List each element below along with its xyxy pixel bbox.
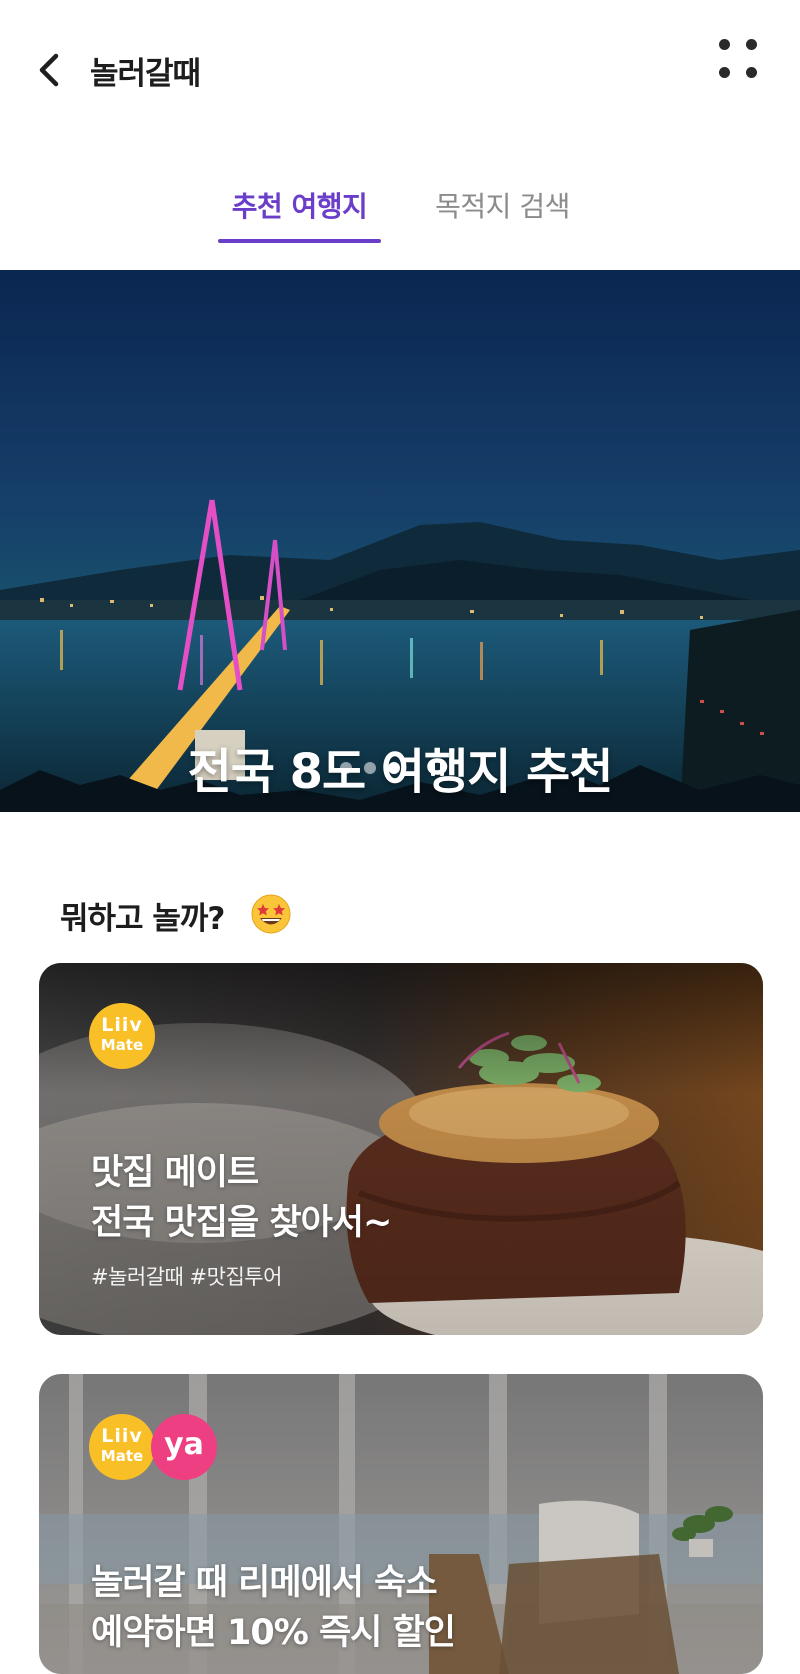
restaurant-mate-card[interactable]: Liiv Mate 맛집 메이트 전국 맛집을 찾아서~ #놀러갈때 #맛집투어 — [39, 963, 763, 1335]
page-title: 놀러갈때 — [90, 56, 201, 92]
tab-destination-search[interactable]: 목적지 검색 — [420, 185, 585, 243]
carousel-dot — [364, 762, 376, 774]
ya-badge: ya — [151, 1414, 217, 1480]
back-button[interactable] — [30, 48, 70, 92]
chevron-left-icon — [39, 53, 59, 87]
tab-label: 목적지 검색 — [435, 190, 570, 223]
night-bridge-cityscape-image — [0, 270, 800, 812]
card-title-line2: 예약하면 10% 즉시 할인 — [91, 1613, 456, 1653]
top-app-bar: 놀러갈때 — [0, 0, 800, 140]
section-title: 뭐하고 놀까? — [60, 901, 225, 937]
tab-recommended-destinations[interactable]: 추천 여행지 — [218, 185, 381, 243]
liiv-mate-badge: Liiv Mate — [89, 1003, 155, 1069]
tab-label: 추천 여행지 — [231, 190, 368, 223]
card-title-line1: 놀러갈 때 리메에서 숙소 — [91, 1563, 438, 1603]
tab-bar: 추천 여행지 목적지 검색 — [0, 185, 800, 243]
hero-banner-carousel[interactable]: 전국 8도 여행지 추천 — [0, 270, 800, 812]
liiv-mate-badge: Liiv Mate — [89, 1414, 155, 1480]
card-hashtags: #놀러갈때 #맛집투어 — [91, 1265, 282, 1289]
carousel-dot-active — [388, 762, 400, 774]
carousel-dot — [340, 762, 352, 774]
accommodation-discount-card[interactable]: Liiv Mate ya 놀러갈 때 리메에서 숙소 예약하면 10% 즉시 할… — [39, 1374, 763, 1674]
banner-title: 전국 8도 여행지 추천 — [187, 744, 614, 800]
carousel-pause-button[interactable] — [428, 756, 448, 780]
active-tab-indicator — [218, 239, 381, 243]
more-menu-button[interactable] — [716, 36, 764, 84]
card-title-line2: 전국 맛집을 찾아서~ — [91, 1203, 392, 1243]
card-title-line1: 맛집 메이트 — [91, 1153, 259, 1193]
star-struck-emoji-icon — [251, 894, 291, 934]
